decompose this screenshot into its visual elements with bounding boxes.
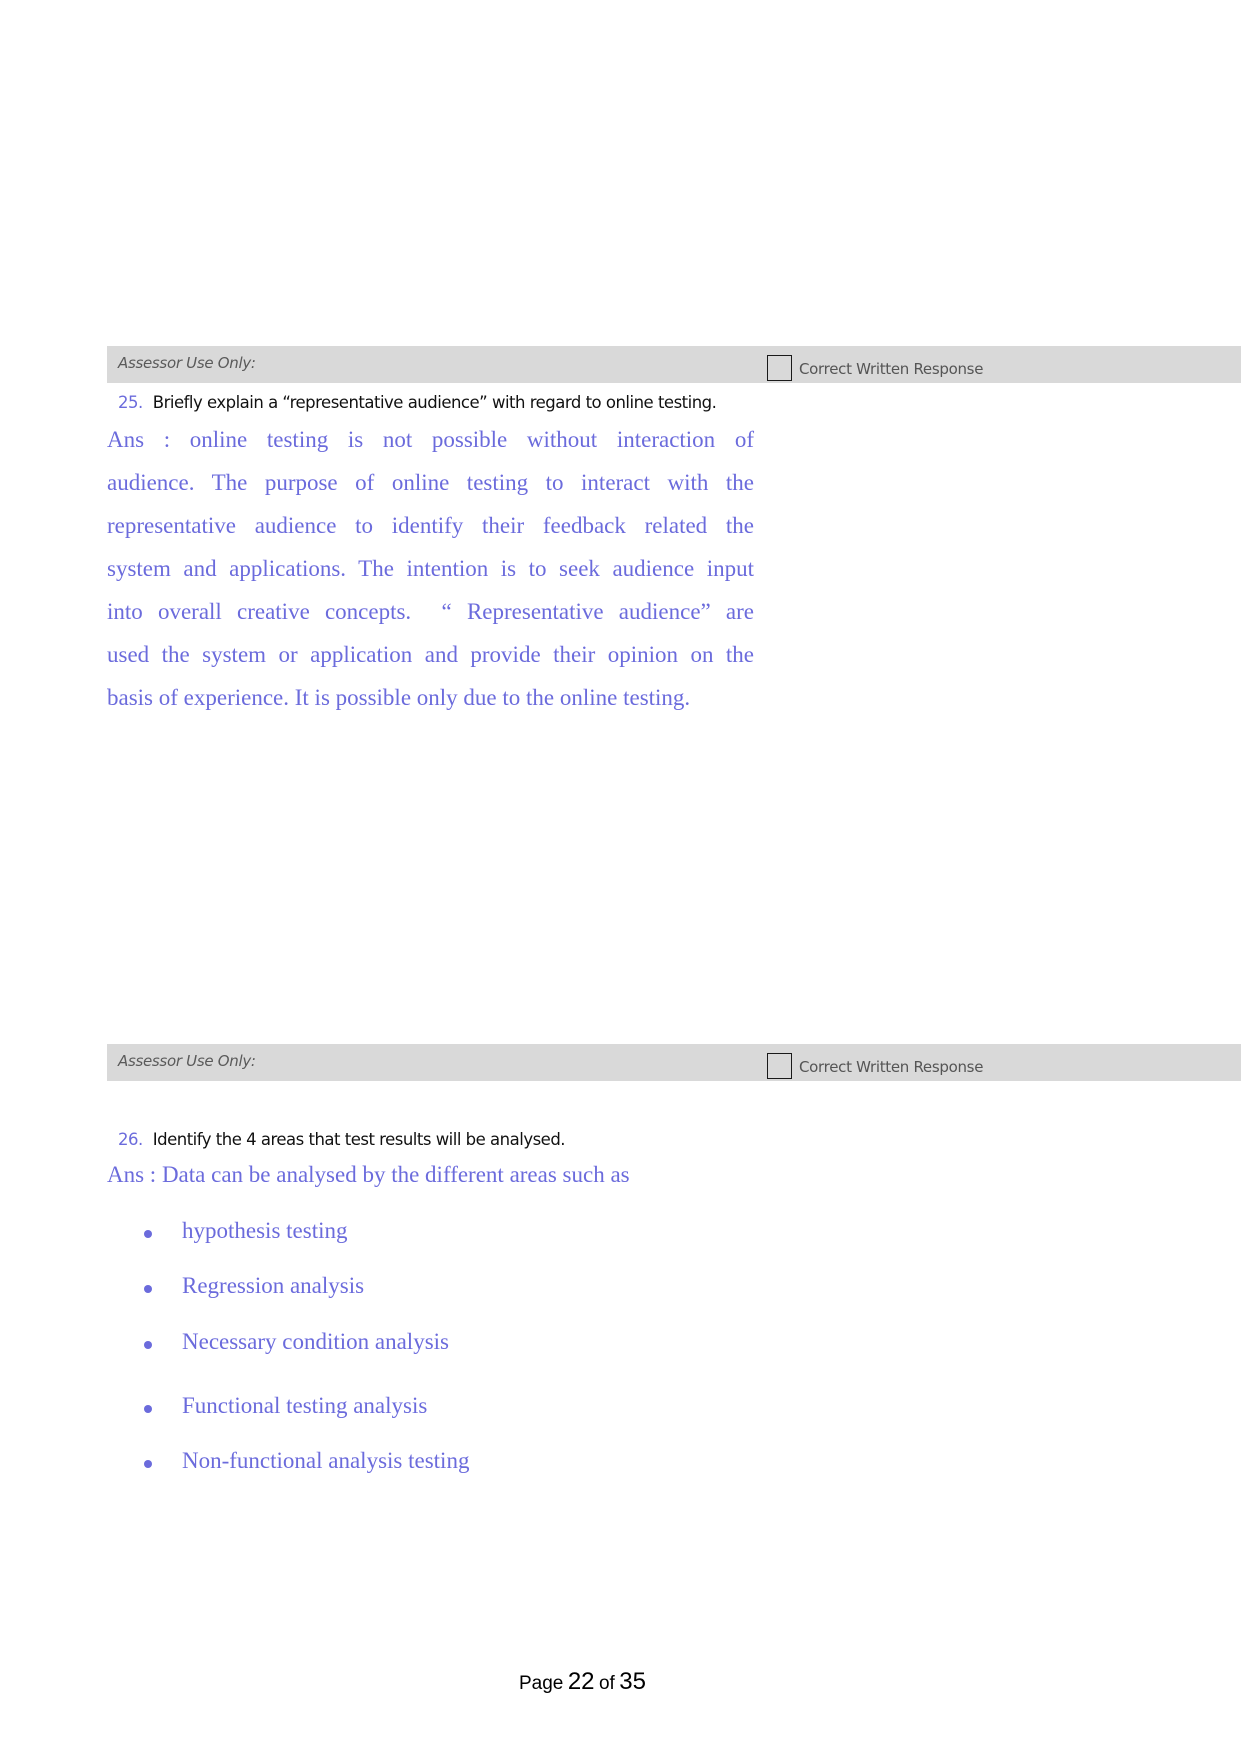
correct-response-label: Correct Written Response	[799, 1058, 984, 1076]
answer-line: into overall creative concepts. “ Repres…	[107, 599, 754, 624]
correct-response-checkbox[interactable]	[767, 355, 792, 381]
bullet-icon	[144, 1341, 152, 1349]
page-word: Page	[519, 1673, 564, 1694]
bullet-icon	[144, 1460, 152, 1468]
assessor-label: Assessor Use Only:	[118, 354, 256, 372]
list-item-text: Regression analysis	[182, 1273, 365, 1298]
question-26: 26. Identify the 4 areas that test result…	[118, 1130, 566, 1149]
question-number: 26.	[118, 1130, 143, 1149]
answer-line: representative audience to identify thei…	[107, 513, 754, 538]
answer-line: used the system or application and provi…	[107, 642, 754, 667]
bullet-icon	[144, 1405, 152, 1413]
answer-line: audience. The purpose of online testing …	[107, 470, 754, 495]
list-item-text: Necessary condition analysis	[182, 1329, 449, 1354]
question-text: Identify the 4 areas that test results w…	[152, 1130, 566, 1149]
of-word: of	[598, 1673, 615, 1694]
assessor-bar: Assessor Use Only: Correct Written Respo…	[107, 1044, 1241, 1081]
answer-line: basis of experience. It is possible only…	[107, 685, 691, 710]
correct-response-checkbox[interactable]	[767, 1053, 792, 1079]
total-pages: 35	[619, 1668, 646, 1695]
list-item-text: Functional testing analysis	[182, 1393, 428, 1418]
bullet-icon	[144, 1285, 152, 1293]
question-25: 25. Briefly explain a “representative aud…	[118, 393, 717, 412]
list-item-text: Non-functional analysis testing	[182, 1448, 470, 1473]
assessor-bar: Assessor Use Only: Correct Written Respo…	[107, 346, 1241, 383]
answer-25: Ans : online testing is not possible wit…	[107, 418, 754, 719]
page-footer: Page 22 of 35	[519, 1668, 646, 1696]
assessor-label: Assessor Use Only:	[118, 1052, 256, 1070]
bullet-icon	[144, 1230, 152, 1238]
correct-response-label: Correct Written Response	[799, 360, 984, 378]
question-text: Briefly explain a “representative audien…	[152, 393, 717, 412]
answer-line: system and applications. The intention i…	[107, 556, 754, 581]
answer-26-intro: Ans : Data can be analysed by the differ…	[107, 1162, 630, 1188]
current-page: 22	[567, 1668, 595, 1695]
answer-intro: Ans : Data can be analysed by the differ…	[107, 1162, 630, 1187]
list-item-text: hypothesis testing	[182, 1218, 348, 1243]
answer-line: Ans : online testing is not possible wit…	[107, 427, 754, 452]
question-number: 25.	[118, 393, 143, 412]
